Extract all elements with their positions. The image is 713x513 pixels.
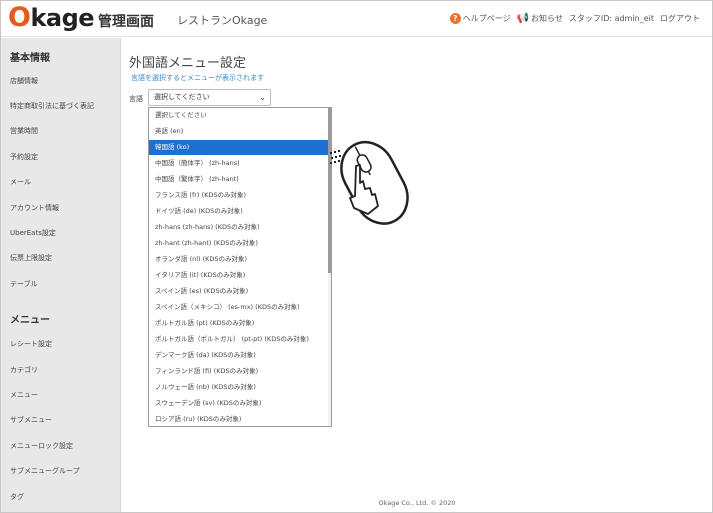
dropdown-option[interactable]: ドイツ語 (de) (KDSのみ対象): [149, 204, 329, 219]
dropdown-option[interactable]: zh-hans (zh-hans) (KDSのみ対象): [149, 220, 329, 235]
sidebar-item-account[interactable]: アカウント情報: [10, 203, 59, 213]
dropdown-option[interactable]: ロシア語 (ru) (KDSのみ対象): [149, 412, 329, 426]
news-link[interactable]: 📢 お知らせ: [517, 13, 563, 24]
page-title: 外国語メニュー設定: [129, 56, 247, 71]
language-select-value: 選択してください: [154, 93, 210, 101]
sidebar-item-menu-lock[interactable]: メニューロック設定: [10, 441, 73, 451]
dropdown-option[interactable]: スウェーデン語 (sv) (KDSのみ対象): [149, 396, 329, 411]
sidebar: 基本情報 店舗情報 特定商取引法に基づく表記 営業時間 予約設定 メール アカウ…: [1, 38, 121, 512]
admin-title: 管理画面: [98, 14, 154, 30]
dropdown-option[interactable]: ノルウェー語 (nb) (KDSのみ対象): [149, 380, 329, 395]
dropdown-option[interactable]: スペイン語（メキシコ） (es-mx) (KDSのみ対象): [149, 300, 329, 315]
sidebar-item-reservation[interactable]: 予約設定: [10, 152, 38, 162]
language-hint: 言語を選択するとメニューが表示されます: [131, 74, 264, 82]
logout-link[interactable]: ログアウト: [660, 13, 700, 24]
dropdown-option[interactable]: ポルトガル語（ポルトガル） (pt-pt) (KDSのみ対象): [149, 332, 329, 347]
help-icon: ?: [449, 13, 461, 24]
dropdown-option[interactable]: 英語 (en): [149, 124, 329, 139]
language-label: 言語: [129, 95, 143, 103]
sidebar-item-submenu-group[interactable]: サブメニューグループ: [10, 466, 80, 476]
sidebar-item-table[interactable]: テーブル: [10, 279, 38, 289]
sidebar-item-submenu[interactable]: サブメニュー: [10, 415, 52, 425]
dropdown-option[interactable]: ポルトガル語 (pt) (KDSのみ対象): [149, 316, 329, 331]
news-label: お知らせ: [531, 14, 563, 23]
dropdown-option[interactable]: フィンランド語 (fi) (KDSのみ対象): [149, 364, 329, 379]
dropdown-option[interactable]: zh-hant (zh-hant) (KDSのみ対象): [149, 236, 329, 251]
sidebar-section-menu: メニュー: [10, 315, 50, 326]
mouse-click-icon: [330, 140, 409, 225]
staff-id: スタッフID: admin_eit: [568, 14, 654, 23]
sidebar-item-slip-limit[interactable]: 伝票上限設定: [10, 253, 52, 263]
dropdown-option-selected[interactable]: 韓国語 (ko): [149, 140, 329, 155]
dropdown-option[interactable]: イタリア語 (it) (KDSのみ対象): [149, 268, 329, 283]
help-label: ヘルプページ: [462, 14, 511, 23]
dropdown-option[interactable]: 選択してください: [149, 108, 329, 123]
chevron-down-icon: ⌄: [259, 93, 266, 102]
language-dropdown-list[interactable]: 選択してください 英語 (en) 韓国語 (ko) 中国語（簡体字） (zh-h…: [148, 107, 332, 427]
top-nav: ? ヘルプページ 📢 お知らせ スタッフID: admin_eit ログアウト: [444, 13, 700, 24]
dropdown-option[interactable]: デンマーク語 (da) (KDSのみ対象): [149, 348, 329, 363]
sidebar-item-menu[interactable]: メニュー: [10, 390, 38, 400]
sidebar-item-category[interactable]: カテゴリ: [10, 365, 38, 375]
dropdown-option[interactable]: フランス語 (fr) (KDSのみ対象): [149, 188, 329, 203]
sidebar-section-basic: 基本情報: [10, 53, 50, 64]
restaurant-name: レストランOkage: [177, 14, 268, 27]
sidebar-item-ubereats[interactable]: UberEats設定: [10, 228, 56, 238]
dropdown-option[interactable]: スペイン語 (es) (KDSのみ対象): [149, 284, 329, 299]
help-link[interactable]: ? ヘルプページ: [449, 13, 511, 24]
sidebar-item-business-hours[interactable]: 営業時間: [10, 126, 38, 136]
dropdown-option[interactable]: 中国語（繁体字） (zh-hant): [149, 172, 329, 187]
sidebar-item-mail[interactable]: メール: [10, 177, 31, 187]
language-select[interactable]: 選択してください ⌄: [148, 89, 271, 106]
dropdown-option[interactable]: 中国語（簡体字） (zh-hans): [149, 156, 329, 171]
megaphone-icon: 📢: [516, 12, 530, 24]
sidebar-item-store-info[interactable]: 店舗情報: [10, 76, 38, 86]
footer-copyright: Okage Co., Ltd. © 2020: [378, 499, 456, 507]
dropdown-option[interactable]: オランダ語 (nl) (KDSのみ対象): [149, 252, 329, 267]
sidebar-item-commerce-law[interactable]: 特定商取引法に基づく表記: [10, 101, 94, 111]
sidebar-item-receipt[interactable]: レシート設定: [10, 339, 52, 349]
sidebar-item-tag[interactable]: タグ: [10, 492, 24, 502]
top-header: Okage 管理画面 レストランOkage ? ヘルプページ 📢 お知らせ スタ…: [1, 1, 712, 37]
okage-logo[interactable]: Okage: [8, 4, 95, 33]
